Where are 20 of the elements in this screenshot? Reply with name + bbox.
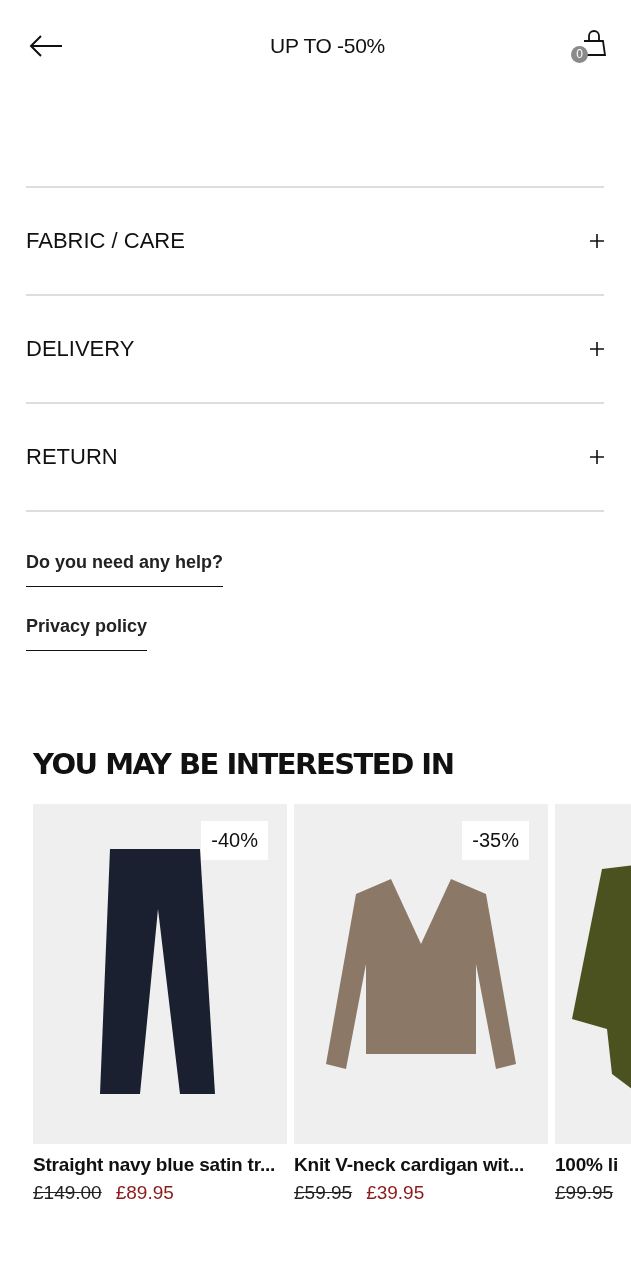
accordion-header[interactable]: RETURN — [26, 404, 604, 512]
footer-link[interactable]: Privacy policy — [26, 616, 148, 651]
product-name[interactable]: 100% li — [555, 1154, 631, 1176]
product-photo[interactable]: -35% — [294, 804, 548, 1144]
product-name[interactable]: Straight navy blue satin tr... — [33, 1154, 287, 1176]
accordion-header[interactable]: FABRIC / CARE — [26, 188, 604, 296]
sale-price: £89.95 — [115, 1182, 174, 1204]
accordion-header[interactable]: DELIVERY — [26, 296, 604, 404]
original-price: £59.95 — [294, 1182, 353, 1204]
section-heading: YOU MAY BE INTERESTED IN — [33, 747, 455, 781]
original-price: £149.00 — [33, 1182, 102, 1204]
footer-link[interactable]: Do you need any help? — [26, 552, 224, 587]
sale-price: £39.95 — [366, 1182, 425, 1204]
page-title: UP TO -50% — [270, 34, 385, 58]
product-photo[interactable]: -40% — [33, 804, 287, 1144]
cart-count-badge: 0 — [571, 46, 588, 63]
discount-badge: -35% — [462, 821, 529, 860]
original-price: £99.95 — [555, 1182, 614, 1204]
product-name[interactable]: Knit V-neck cardigan wit... — [294, 1154, 548, 1176]
discount-badge: -40% — [201, 821, 268, 860]
